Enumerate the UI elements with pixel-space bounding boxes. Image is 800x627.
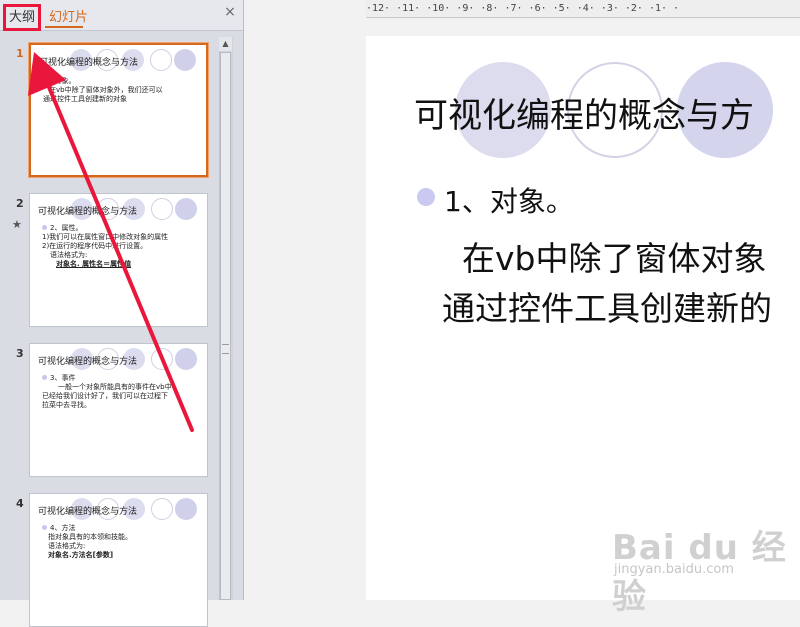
baidu-jingyan-watermark: Bai du 经验 jingyan.baidu.com [612,520,792,617]
thumbnail-line: 对象名. 属性名＝属性值 [56,260,132,268]
thumbnail-line: 一般一个对象所能具有的事件在vb中 [58,383,172,391]
scrollbar-thumb[interactable] [220,52,231,600]
slide-number: 1 [16,47,24,60]
scroll-up-arrow-icon[interactable]: ▲ [219,37,232,51]
animation-star-icon: ★ [12,218,22,231]
thumbnail-line: 2)在运行的程序代码中进行设置。 [42,242,148,250]
thumbnail-title: 可视化编程的概念与方法 [39,58,139,68]
slide-number: 2 [16,197,24,210]
thumbnail-line: 1)我们可以在属性窗口中修改对象的属性 [42,233,169,241]
close-icon[interactable]: × [223,5,237,19]
thumbnail-line: 4、方法 [50,524,76,532]
tab-slides[interactable]: 幻灯片 [49,6,88,25]
slide-thumbnail-4[interactable]: 可视化编程的概念与方法 4、方法 指对象具有的本领和技能。 语法格式为: 对象名… [29,493,208,627]
slide-thumbnail-2[interactable]: 可视化编程的概念与方法 2、属性。 1)我们可以在属性窗口中修改对象的属性 2)… [29,193,208,327]
thumbnail-title: 可视化编程的概念与方法 [38,357,138,367]
scrollbar-grip-icon [222,344,229,354]
thumbnail-line: 指对象具有的本领和技能。 [48,533,132,541]
slide-body-line[interactable]: 在vb中除了窗体对象 [462,232,766,280]
bullet-icon [42,525,47,530]
annotation-highlight-box [3,4,41,31]
bullet-icon [417,188,435,206]
bullet-icon [42,375,47,380]
slide-thumbnail-3[interactable]: 可视化编程的概念与方法 3、事件 一般一个对象所能具有的事件在vb中 已经给我们… [29,343,208,477]
thumbnail-line: 语法格式为: [50,251,88,259]
slide-number: 3 [16,347,24,360]
thumbnail-title: 可视化编程的概念与方法 [38,507,138,517]
main-slide-canvas[interactable]: 可视化编程的概念与方 1、对象。 在vb中除了窗体对象 通过控件工具创建新的 [366,36,800,600]
horizontal-ruler: ·12· ·11· ·10· ·9· ·8· ·7· ·6· ·5· ·4· ·… [366,0,800,18]
thumbnail-line: 对象名.方法名[参数] [48,551,114,559]
slide-title[interactable]: 可视化编程的概念与方 [414,88,754,137]
bullet-icon [42,225,47,230]
thumbnail-line: 拉菜中去寻找。 [42,401,91,409]
slide-body-line[interactable]: 通过控件工具创建新的 [442,282,772,330]
slide-thumbnail-1[interactable]: 可视化编程的概念与方法 1、对象。 在vb中除了窗体对象外，我们还可以 通过控件… [28,42,209,178]
thumbnail-line: 语法格式为: [48,542,86,550]
thumbnail-line: 3、事件 [50,374,76,382]
active-tab-indicator [45,26,83,28]
thumbnail-line: 2、属性。 [50,224,83,232]
thumbnail-line: 已经给我们设计好了，我们可以在过程下 [42,392,168,400]
thumbnail-line: 1、对象。 [43,77,76,85]
watermark-url: jingyan.baidu.com [614,562,734,577]
thumbnail-line: 通过控件工具创建新的对象 [43,95,127,103]
slide-bullet-text[interactable]: 1、对象。 [444,180,574,220]
slides-panel: 大纲 幻灯片 × 1 可视化编程的概念与方法 1、对象。 在vb中除了窗体对象外… [0,0,244,627]
thumbnail-title: 可视化编程的概念与方法 [38,207,138,217]
thumbnail-line: 在vb中除了窗体对象外，我们还可以 [49,86,163,94]
slide-number: 4 [16,497,24,510]
